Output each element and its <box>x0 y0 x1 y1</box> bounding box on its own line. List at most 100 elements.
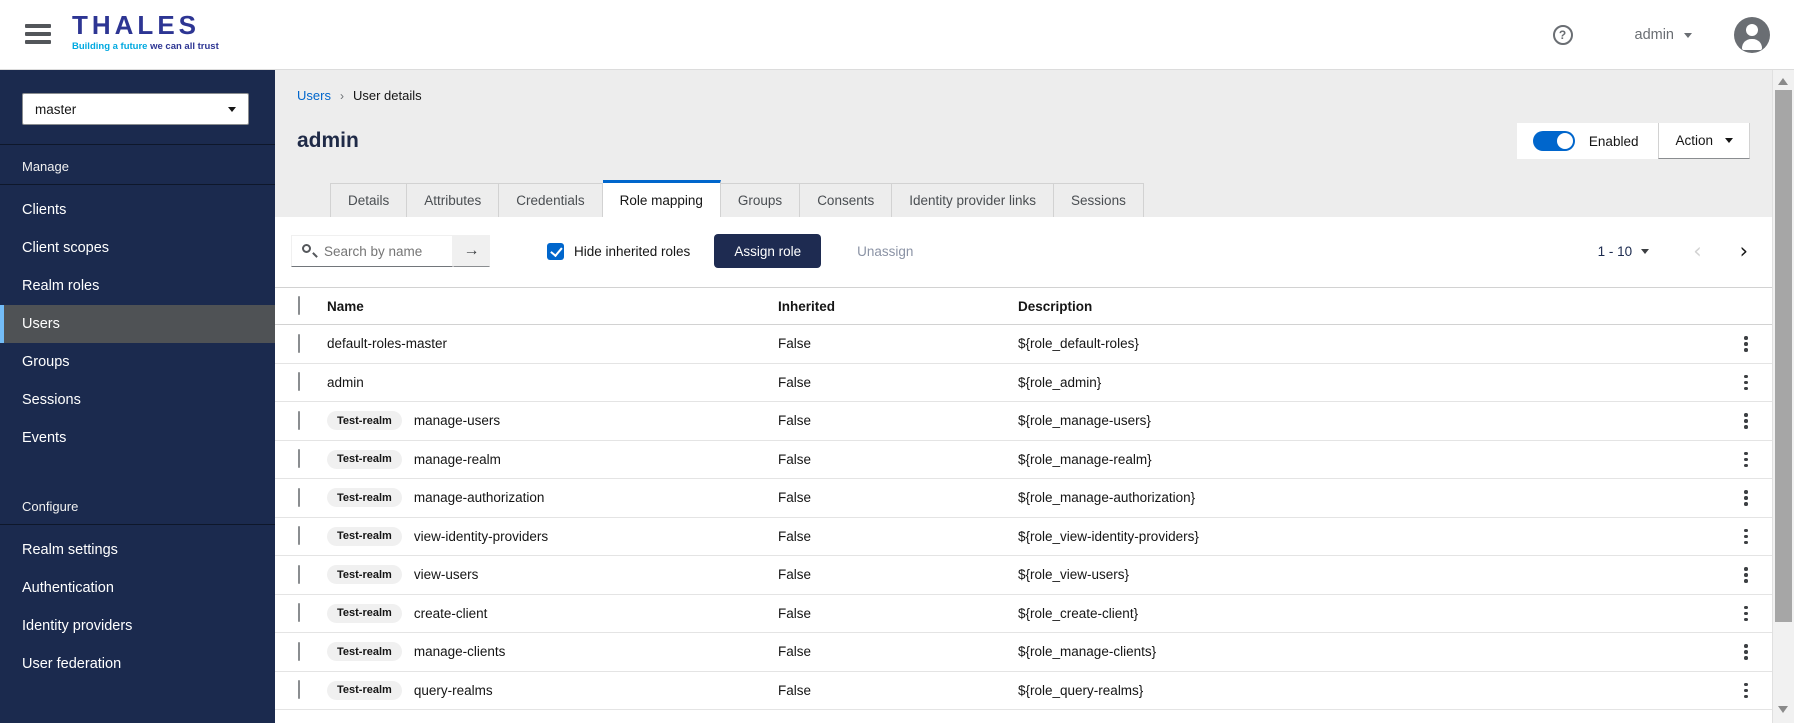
scrollbar-up-arrow[interactable] <box>1778 78 1788 85</box>
column-header-inherited: Inherited <box>778 298 836 314</box>
sidebar-item-client-scopes[interactable]: Client scopes <box>0 229 275 267</box>
hide-inherited-checkbox[interactable] <box>547 242 564 260</box>
breadcrumb-link-users[interactable]: Users <box>297 88 331 103</box>
breadcrumb: Users › User details <box>297 88 422 103</box>
table-header-row: Name Inherited Description <box>275 287 1772 325</box>
realm-selector-value: master <box>35 101 77 117</box>
tab-details[interactable]: Details <box>330 183 408 217</box>
row-kebab-menu-button[interactable] <box>1738 600 1754 628</box>
sidebar-item-label: Clients <box>22 202 67 218</box>
role-name: manage-authorization <box>413 490 545 506</box>
hide-inherited-label: Hide inherited roles <box>574 243 691 259</box>
sidebar-item-label: Groups <box>22 354 70 370</box>
help-icon[interactable]: ? <box>1552 25 1573 45</box>
row-checkbox[interactable] <box>298 410 300 430</box>
row-kebab-menu-button[interactable] <box>1738 638 1754 666</box>
vertical-scrollbar[interactable] <box>1772 70 1794 723</box>
sidebar-item-label: Events <box>22 430 67 446</box>
sidebar-item-authentication[interactable]: Authentication <box>0 569 275 607</box>
sidebar-item-label: User federation <box>22 656 122 672</box>
row-checkbox[interactable] <box>298 564 300 584</box>
table-row: admin False ${role_admin} <box>275 364 1772 402</box>
sidebar-item-realm-settings[interactable]: Realm settings <box>0 531 275 569</box>
role-description: ${role_manage-authorization} <box>1018 490 1196 506</box>
nav-item-list: Realm settings Authentication Identity pro… <box>0 531 275 683</box>
select-all-checkbox[interactable] <box>298 296 300 315</box>
row-kebab-menu-button[interactable] <box>1738 677 1754 705</box>
pagination-next-button[interactable]: › <box>1740 240 1748 262</box>
tab-credentials[interactable]: Credentials <box>499 183 603 217</box>
user-avatar-icon[interactable] <box>1734 17 1770 53</box>
assign-role-button[interactable]: Assign role <box>714 234 822 268</box>
user-menu[interactable]: admin <box>1635 27 1692 43</box>
tab-label: Role mapping <box>619 192 703 208</box>
sidebar-section-label: Configure <box>0 485 275 525</box>
toolbar: → Hide inherited roles Assign role Unass… <box>291 234 1748 268</box>
realm-badge: Test-realm <box>327 449 402 469</box>
tab-bar: Details Attributes Credentials Role mapping… <box>330 180 1144 217</box>
tab-attributes[interactable]: Attributes <box>407 183 500 217</box>
hamburger-menu-icon[interactable] <box>25 24 51 44</box>
realm-badge: Test-realm <box>327 642 402 662</box>
row-kebab-menu-button[interactable] <box>1738 330 1754 358</box>
keycloak-admin-console: THALES Building a future we can all trus… <box>0 0 1794 723</box>
tab-groups[interactable]: Groups <box>720 183 801 217</box>
row-kebab-menu-button[interactable] <box>1738 369 1754 397</box>
tab-role-mapping[interactable]: Role mapping <box>602 180 721 217</box>
row-kebab-menu-button[interactable] <box>1738 561 1754 589</box>
realm-badge: Test-realm <box>327 603 402 623</box>
sidebar-item-events[interactable]: Events <box>0 419 275 457</box>
sidebar-item-groups[interactable]: Groups <box>0 343 275 381</box>
tab-sessions[interactable]: Sessions <box>1054 183 1144 217</box>
sidebar-item-label: Authentication <box>22 580 114 596</box>
role-mapping-panel: → Hide inherited roles Assign role Unass… <box>275 217 1772 723</box>
pagination: 1 - 10 ‹ › <box>1598 240 1748 262</box>
role-description: ${role_view-identity-providers} <box>1018 528 1199 544</box>
scrollbar-down-arrow[interactable] <box>1778 706 1788 713</box>
sidebar-item-sessions[interactable]: Sessions <box>0 381 275 419</box>
table-row: Test-realm view-users False ${role_view-… <box>275 556 1772 595</box>
realm-badge: Test-realm <box>327 411 402 431</box>
realm-badge: Test-realm <box>327 680 402 700</box>
row-checkbox[interactable] <box>298 526 300 546</box>
row-kebab-menu-button[interactable] <box>1738 484 1754 512</box>
tab-consents[interactable]: Consents <box>800 183 893 217</box>
realm-selector[interactable]: master <box>22 93 249 125</box>
row-checkbox[interactable] <box>298 487 300 507</box>
sidebar-nav: Manage Clients Client scopes Realm roles Us… <box>0 145 275 683</box>
tab-identity-provider-links[interactable]: Identity provider links <box>892 183 1055 217</box>
search-submit-button[interactable]: → <box>453 235 490 267</box>
role-name: admin <box>327 374 364 390</box>
row-checkbox[interactable] <box>298 680 300 700</box>
role-name: manage-clients <box>413 644 506 660</box>
enabled-toggle[interactable] <box>1532 131 1575 151</box>
row-checkbox[interactable] <box>298 449 300 469</box>
chevron-down-icon <box>1684 32 1692 38</box>
row-kebab-menu-button[interactable] <box>1738 407 1754 435</box>
row-checkbox[interactable] <box>298 603 300 623</box>
sidebar-item-user-federation[interactable]: User federation <box>0 645 275 683</box>
row-kebab-menu-button[interactable] <box>1738 523 1754 551</box>
pagination-range-dropdown[interactable]: 1 - 10 <box>1598 244 1650 259</box>
status-strip: Enabled Action <box>1516 123 1750 159</box>
scrollbar-thumb[interactable] <box>1775 90 1792 622</box>
pagination-prev-button[interactable]: ‹ <box>1693 240 1701 262</box>
sidebar-item-identity-providers[interactable]: Identity providers <box>0 607 275 645</box>
sidebar-item-clients[interactable]: Clients <box>0 191 275 229</box>
row-checkbox[interactable] <box>298 333 300 353</box>
unassign-button[interactable]: Unassign <box>857 244 913 259</box>
search-input[interactable] <box>291 235 453 267</box>
row-kebab-menu-button[interactable] <box>1738 446 1754 474</box>
role-inherited: False <box>778 374 812 390</box>
role-description: ${role_admin} <box>1018 374 1102 390</box>
pagination-range-label: 1 - 10 <box>1597 243 1633 259</box>
sidebar-item-users[interactable]: Users <box>0 305 275 343</box>
sidebar-item-label: Users <box>22 316 60 332</box>
sidebar-item-realm-roles[interactable]: Realm roles <box>0 267 275 305</box>
action-dropdown[interactable]: Action <box>1658 123 1750 159</box>
table-row: Test-realm view-identity-providers False… <box>275 518 1772 556</box>
row-checkbox[interactable] <box>298 372 300 392</box>
row-checkbox[interactable] <box>298 641 300 661</box>
role-name: manage-realm <box>413 451 501 467</box>
role-inherited: False <box>778 567 812 583</box>
